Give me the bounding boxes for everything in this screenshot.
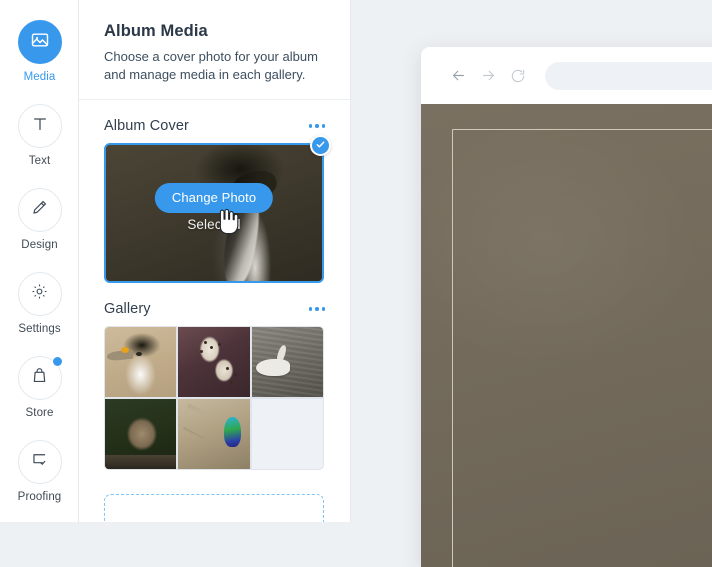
arrow-right-icon[interactable] — [473, 67, 503, 84]
page-subtitle: Choose a cover photo for your album and … — [104, 49, 318, 82]
text-icon-circle — [17, 104, 62, 148]
frame-check-icon — [30, 450, 49, 474]
gallery-thumbnail-speckled-eggs[interactable] — [178, 327, 250, 397]
section-title: Gallery — [104, 301, 151, 317]
sidebar-item-text[interactable]: Text — [0, 104, 79, 167]
album-media-panel: Album Media Choose a cover photo for you… — [79, 0, 351, 522]
shopping-bag-icon — [30, 366, 49, 390]
kebab-menu-icon[interactable] — [308, 120, 325, 132]
preview-canvas — [351, 0, 712, 567]
gallery-thumbnail-hummingbird-branch[interactable] — [178, 399, 250, 469]
gallery-thumbnail-cormorant-portrait[interactable] — [105, 327, 177, 397]
text-t-icon — [30, 114, 50, 139]
gallery-section: Gallery — [79, 283, 350, 470]
store-icon-circle — [17, 356, 63, 400]
gallery-grid — [104, 326, 324, 470]
sidebar-item-design[interactable]: Design — [0, 188, 79, 251]
media-icon-circle — [17, 20, 62, 64]
panel-header: Album Media Choose a cover photo for you… — [79, 0, 350, 100]
sidebar-item-label: Text — [28, 155, 51, 167]
sidebar-item-label: Design — [21, 239, 58, 251]
add-media-dropzone[interactable] — [104, 494, 324, 522]
gallery-empty-slot — [251, 399, 323, 469]
sidebar-item-label: Media — [23, 71, 56, 83]
url-input[interactable] — [545, 61, 712, 90]
status-badge: Selected — [187, 217, 241, 232]
cover-photo-image — [106, 145, 322, 281]
settings-icon-circle — [17, 272, 62, 316]
album-cover-header: Album Cover — [104, 100, 325, 143]
browser-toolbar — [421, 47, 712, 104]
sidebar-item-label: Proofing — [17, 491, 62, 503]
design-icon-circle — [17, 188, 62, 232]
app-root: Media Text Design Settings Store Proofin… — [0, 0, 712, 567]
left-rail: Media Text Design Settings Store Proofin… — [0, 0, 79, 522]
album-cover-thumbnail[interactable]: Change Photo Selected — [104, 143, 324, 283]
proofing-icon-circle — [17, 440, 62, 484]
sidebar-item-label: Store — [25, 407, 54, 419]
store-notification-badge — [51, 356, 63, 367]
arrow-left-icon[interactable] — [443, 67, 473, 84]
reload-icon[interactable] — [503, 68, 533, 84]
sidebar-item-proofing[interactable]: Proofing — [0, 440, 79, 503]
selected-check-badge — [310, 135, 331, 156]
album-cover-section: Album Cover Change Photo Selected — [79, 100, 350, 283]
gallery-thumbnail-hawk-perched[interactable] — [105, 399, 177, 469]
preview-page-content — [421, 104, 712, 567]
sidebar-item-settings[interactable]: Settings — [0, 272, 79, 335]
sidebar-item-store[interactable]: Store — [0, 356, 79, 419]
browser-preview-window — [421, 47, 712, 567]
gallery-thumbnail-swan-on-water[interactable] — [251, 327, 323, 397]
check-icon — [315, 137, 326, 155]
kebab-menu-icon[interactable] — [308, 303, 325, 315]
gear-icon — [30, 282, 49, 306]
pencil-icon — [30, 198, 49, 222]
image-icon — [30, 30, 50, 55]
preview-photo-frame — [452, 129, 712, 567]
album-cover-wrap: Change Photo Selected — [104, 135, 331, 283]
change-photo-button[interactable]: Change Photo — [154, 183, 274, 213]
gallery-header: Gallery — [104, 283, 325, 326]
sidebar-item-media[interactable]: Media — [0, 20, 79, 83]
section-title: Album Cover — [104, 118, 189, 134]
sidebar-item-label: Settings — [18, 323, 61, 335]
page-title: Album Media — [104, 22, 208, 40]
